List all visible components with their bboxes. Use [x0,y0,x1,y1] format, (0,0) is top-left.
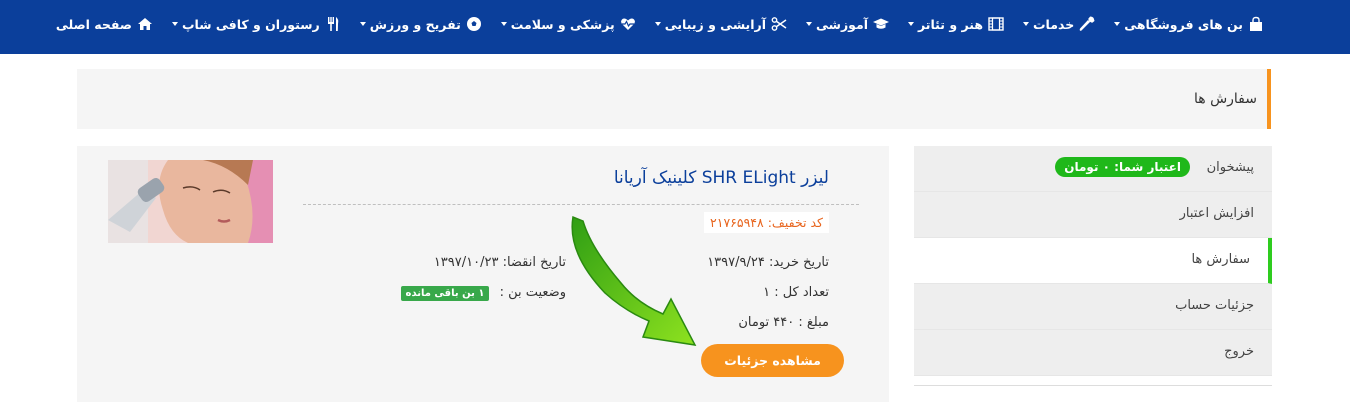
nav-item-restaurant[interactable]: رستوران و کافی شاپ [171,13,341,35]
credit-badge: اعتبار شما: ۰ تومان [1055,157,1190,177]
sidebar-item-label: جزئیات حساب [1175,298,1254,313]
nav-item-label: تفریح و ورزش [369,16,461,32]
nav-item-label: بن های فروشگاهی [1124,16,1243,32]
order-amount: مبلغ : ۴۴۰ تومان [738,315,829,330]
order-title[interactable]: لیزر SHR ELight کلینیک آریانا [614,168,829,188]
sidebar-item-account-details[interactable]: جزئیات حساب [914,284,1272,330]
status-label: وضعیت بن : [499,285,566,300]
sidebar-item-label: سفارش ها [1191,252,1250,267]
soccer-ball-icon [466,17,481,31]
film-icon [988,17,1004,31]
laser-treatment-photo [108,160,273,243]
sidebar-item-label: خروج [1224,344,1254,359]
sidebar-item-orders[interactable]: سفارش ها [914,238,1272,284]
home-icon [137,18,152,30]
heartbeat-icon [620,18,635,30]
chevron-down-icon [654,22,661,26]
nav-item-services[interactable]: خدمات [1023,13,1095,35]
graduation-cap-icon [873,18,890,29]
page-header: سفارش ها [77,69,1271,129]
top-nav: صفحه اصلی رستوران و کافی شاپ تفریح و ورز… [0,0,1350,54]
view-details-button[interactable]: مشاهده جزئیات [701,344,844,377]
chevron-down-icon [1114,22,1121,26]
nav-item-sport[interactable]: تفریح و ورزش [359,13,482,35]
nav-menu: صفحه اصلی رستوران و کافی شاپ تفریح و ورز… [37,13,1264,35]
purchase-date: تاریخ خرید: ۱۳۹۷/۹/۲۴ [707,255,829,270]
nav-item-label: آموزشی [816,16,869,32]
scissors-icon [771,17,787,31]
nav-item-label: رستوران و کافی شاپ [181,16,320,32]
nav-item-label: خدمات [1033,16,1075,32]
nav-item-beauty[interactable]: آرایشی و زیبایی [654,13,787,35]
nav-item-art[interactable]: هنر و تئاتر [908,13,1004,35]
nav-item-store-vouchers[interactable]: بن های فروشگاهی [1114,13,1264,35]
order-image[interactable] [108,160,273,243]
status-badge: ۱ بن باقی مانده [400,286,490,301]
total-count: تعداد کل : ۱ [763,285,829,300]
nav-item-medical[interactable]: پزشکی و سلامت [500,13,636,35]
chevron-down-icon [908,22,915,26]
nav-item-education[interactable]: آموزشی [806,13,890,35]
order-card: لیزر SHR ELight کلینیک آریانا کد تخفیف: … [77,146,889,402]
shopping-bag-icon [1250,16,1262,31]
nav-item-home[interactable]: صفحه اصلی [56,13,153,35]
chevron-down-icon [500,22,507,26]
sidebar-item-add-credit[interactable]: افزایش اعتبار [914,192,1272,238]
discount-code: کد تخفیف: ۲۱۷۶۵۹۴۸ [704,212,829,233]
voucher-status: وضعیت بن : ۱ بن باقی مانده [400,285,566,301]
chevron-down-icon [359,22,366,26]
arrow-pointer-icon [571,215,697,346]
nav-item-label: صفحه اصلی [55,16,132,32]
sidebar-item-dashboard[interactable]: پیشخوان اعتبار شما: ۰ تومان [914,146,1272,192]
expiry-date: تاریخ انقضا: ۱۳۹۷/۱۰/۲۳ [433,255,566,270]
nav-item-label: آرایشی و زیبایی [664,16,767,32]
sidebar-item-label: پیشخوان [1206,160,1254,175]
nav-item-label: پزشکی و سلامت [510,16,615,32]
divider [303,204,859,205]
wrench-icon [1079,16,1095,31]
page-title: سفارش ها [1193,91,1257,107]
utensils-icon [327,17,338,31]
nav-item-label: هنر و تئاتر [918,16,983,32]
chevron-down-icon [806,22,813,26]
sidebar-item-logout[interactable]: خروج [914,330,1272,376]
chevron-down-icon [171,22,178,26]
sidebar-item-label: افزایش اعتبار [1179,206,1254,221]
account-sidebar: پیشخوان اعتبار شما: ۰ تومان افزایش اعتبا… [914,146,1272,386]
chevron-down-icon [1023,22,1029,26]
